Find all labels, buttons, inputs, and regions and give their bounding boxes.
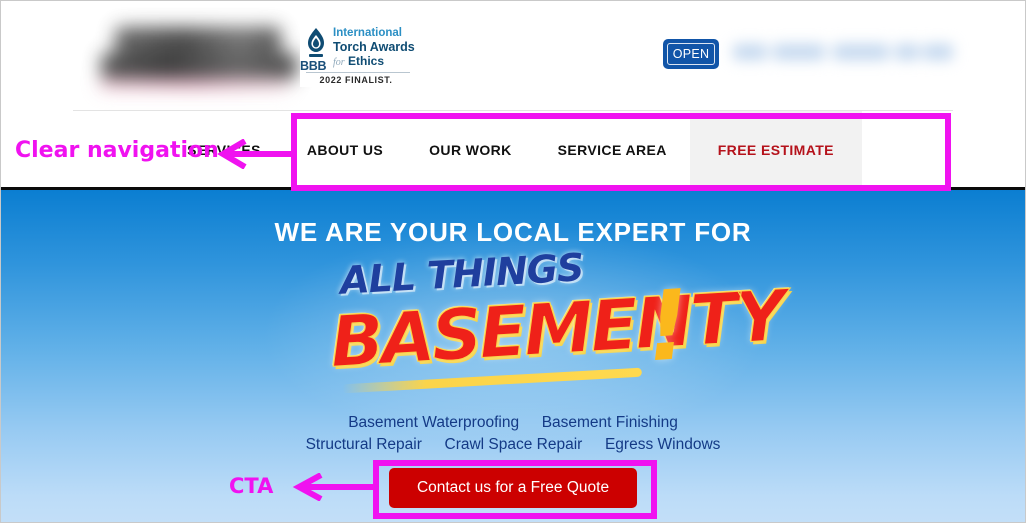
webpage-screenshot: BBB International Torch Awards for Ethic… — [0, 0, 1026, 523]
logo-blur-line-2 — [101, 53, 297, 79]
phone-blur-seg-1 — [733, 44, 767, 60]
service-link-structural-repair[interactable]: Structural Repair — [306, 436, 422, 453]
hero-service-links: Basement Waterproofing Basement Finishin… — [1, 412, 1025, 456]
badge-divider — [306, 72, 410, 73]
badge-line-ethics: for Ethics — [333, 55, 384, 68]
badge-ethics-word: Ethics — [348, 54, 385, 68]
service-links-row-2: Structural Repair Crawl Space Repair Egr… — [1, 434, 1025, 456]
hero-headline: WE ARE YOUR LOCAL EXPERT FOR — [274, 217, 752, 247]
logo-exclamation-mark: ! — [642, 268, 694, 384]
open-button-label: OPEN — [667, 43, 715, 65]
company-logo[interactable] — [79, 19, 311, 97]
bbb-wordmark: BBB — [300, 59, 327, 73]
annotation-box-cta — [373, 460, 657, 519]
annotation-label-cta: CTA — [229, 474, 274, 498]
bbb-torch-icon — [308, 28, 324, 57]
annotation-box-navigation — [291, 113, 951, 191]
phone-blur-seg-3 — [833, 44, 889, 60]
service-link-basement-waterproofing[interactable]: Basement Waterproofing — [348, 414, 519, 431]
site-header: BBB International Torch Awards for Ethic… — [1, 1, 1025, 111]
open-status-button[interactable]: OPEN — [663, 39, 719, 69]
badge-finalist-text: 2022 FINALIST. — [319, 75, 393, 85]
annotation-arrow-navigation — [217, 139, 293, 169]
logo-blur-line-1 — [115, 27, 281, 53]
bbb-torch-awards-badge: BBB International Torch Awards for Ethic… — [300, 25, 415, 87]
phone-blur-seg-4 — [895, 44, 919, 60]
annotation-label-navigation: Clear navigation — [15, 138, 219, 163]
all-things-basementy-logo: ALL THINGS BASEMENTY ! — [327, 245, 786, 402]
phone-number[interactable] — [729, 36, 957, 70]
logo-blur-line-3 — [99, 79, 289, 90]
badge-line-international: International — [333, 27, 403, 39]
service-links-row-1: Basement Waterproofing Basement Finishin… — [1, 412, 1025, 434]
badge-line-torch-awards: Torch Awards — [333, 40, 415, 54]
annotation-arrow-cta — [292, 473, 375, 501]
phone-blur-seg-2 — [773, 44, 825, 60]
phone-blur-seg-5 — [923, 44, 953, 60]
service-link-basement-finishing[interactable]: Basement Finishing — [542, 414, 678, 431]
service-link-crawl-space-repair[interactable]: Crawl Space Repair — [445, 436, 583, 453]
badge-for-word: for — [333, 57, 345, 68]
service-link-egress-windows[interactable]: Egress Windows — [605, 436, 720, 453]
